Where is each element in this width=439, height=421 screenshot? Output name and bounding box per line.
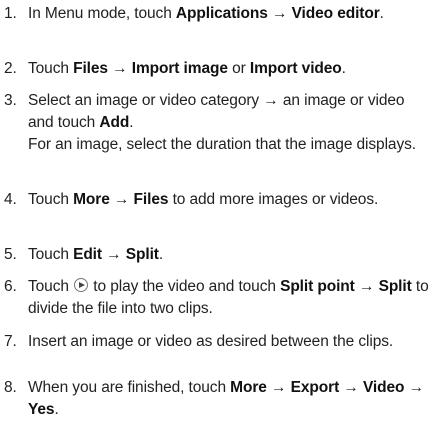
text: Touch — [28, 191, 74, 208]
text: . — [341, 60, 346, 77]
step-number: 6. — [4, 278, 17, 295]
menu-files: Files — [73, 60, 108, 77]
menu-video: Video — [362, 379, 405, 396]
arrow: → — [404, 379, 425, 396]
button-split: Split — [378, 278, 412, 295]
text: Touch — [28, 278, 74, 295]
step-number: 8. — [4, 379, 17, 396]
menu-more: More — [230, 379, 267, 396]
text: to add more images or videos. — [168, 191, 379, 208]
step-number: 3. — [4, 92, 17, 109]
text: Select an image or video category → an i… — [28, 92, 405, 131]
step-number: 5. — [4, 246, 17, 263]
menu-video-editor: Video editor — [291, 5, 380, 22]
arrow: → — [266, 379, 291, 396]
text: or — [227, 60, 250, 77]
step-text: Touch Edit → Split. — [28, 244, 433, 266]
step-text: When you are finished, touch More → Expo… — [28, 377, 433, 421]
menu-import-image: Import image — [131, 60, 228, 77]
step-text: Touch More → Files to add more images or… — [28, 189, 433, 211]
step-text: In Menu mode, touch Applications → Video… — [28, 3, 433, 25]
text: In Menu mode, touch — [28, 5, 176, 22]
arrow: → — [339, 379, 363, 396]
text: . — [129, 114, 134, 131]
text: Touch — [28, 60, 74, 77]
arrow: → — [101, 246, 126, 263]
step-text: Insert an image or video as desired betw… — [28, 333, 394, 350]
step-number: 1. — [4, 5, 17, 22]
step-text: Select an image or video category → an i… — [28, 90, 433, 156]
instruction-steps: 1. In Menu mode, touch Applications → Vi… — [0, 0, 439, 421]
arrow: → — [107, 60, 132, 77]
button-add: Add — [99, 114, 130, 131]
step-number: 7. — [4, 333, 17, 350]
text: Touch — [28, 246, 74, 263]
button-yes: Yes — [28, 401, 55, 418]
button-split-point: Split point — [280, 278, 355, 295]
text: to play the video and touch — [89, 278, 281, 295]
arrow: → — [109, 191, 134, 208]
play-icon — [74, 278, 89, 292]
text: . — [379, 5, 384, 22]
step-text: Touch Files → Import image or Import vid… — [28, 58, 433, 80]
text: . — [54, 401, 59, 418]
arrow: → — [267, 5, 292, 22]
text: When you are finished, touch — [28, 379, 231, 396]
arrow: → — [354, 278, 379, 295]
menu-import-video: Import video — [249, 60, 342, 77]
menu-more: More — [73, 191, 110, 208]
text: . — [158, 246, 164, 263]
step-number: 4. — [4, 191, 17, 208]
step-note: For an image, select the duration that t… — [28, 136, 416, 153]
step-text: Touch to play the video and touch Split … — [28, 276, 433, 320]
menu-files: Files — [133, 191, 169, 208]
step-number: 2. — [4, 60, 17, 77]
menu-applications: Applications — [175, 5, 268, 22]
menu-split: Split — [125, 246, 159, 263]
menu-edit: Edit — [73, 246, 102, 263]
menu-export: Export — [290, 379, 340, 396]
